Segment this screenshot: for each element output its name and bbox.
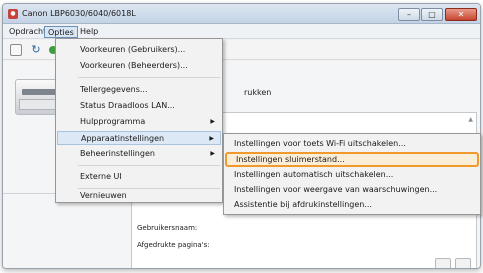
menu-opties[interactable]: Opties xyxy=(44,26,78,38)
user-name-label: Gebruikersnaam: xyxy=(137,224,198,232)
panel-button-1[interactable] xyxy=(435,258,451,268)
menu-item-device-settings[interactable]: Apparaatinstellingen ▶ xyxy=(57,131,221,145)
menu-item-wireless-lan-status[interactable]: Status Draadloos LAN... xyxy=(57,99,221,113)
status-heading: rukken xyxy=(244,88,272,97)
panel-button-2[interactable] xyxy=(455,258,471,268)
refresh-icon[interactable]: ↻ xyxy=(30,44,42,56)
device-settings-submenu: Instellingen voor toets Wi-Fi uitschakel… xyxy=(223,133,481,215)
maximize-button[interactable]: □ xyxy=(421,8,443,21)
menu-item-counter-data[interactable]: Tellergegevens... xyxy=(57,83,221,97)
menu-item-utility-label: Hulpprogramma xyxy=(80,117,146,126)
menu-help[interactable]: Help xyxy=(77,26,101,38)
submenu-item-warning-display[interactable]: Instellingen voor weergave van waarschuw… xyxy=(225,183,479,197)
page-icon[interactable] xyxy=(10,44,22,56)
submenu-item-wifi-key-disable[interactable]: Instellingen voor toets Wi-Fi uitschakel… xyxy=(225,137,479,151)
submenu-arrow-icon: ▶ xyxy=(210,118,215,125)
submenu-item-sleep-settings[interactable]: Instellingen sluimerstand... xyxy=(225,152,479,167)
menu-bar: Opdracht Opties Help xyxy=(3,25,480,39)
title-bar: ● Canon LBP6030/6040/6018L – □ ✕ xyxy=(3,4,480,24)
menu-item-preferences-users[interactable]: Voorkeuren (Gebruikers)... xyxy=(57,43,221,57)
menu-separator xyxy=(78,77,220,78)
menu-item-management-settings-label: Beheerinstellingen xyxy=(80,149,155,158)
submenu-item-print-assistance[interactable]: Assistentie bij afdrukinstellingen... xyxy=(225,198,479,212)
close-button[interactable]: ✕ xyxy=(445,8,477,21)
menu-item-utility[interactable]: Hulpprogramma ▶ xyxy=(57,115,221,129)
menu-opdracht[interactable]: Opdracht xyxy=(6,26,49,38)
submenu-item-auto-shutdown[interactable]: Instellingen automatisch uitschakelen... xyxy=(225,168,479,182)
minimize-button[interactable]: – xyxy=(398,8,420,21)
submenu-arrow-icon: ▶ xyxy=(210,150,215,157)
window-title: Canon LBP6030/6040/6018L xyxy=(22,9,136,18)
menu-item-management-settings[interactable]: Beheerinstellingen ▶ xyxy=(57,147,221,161)
menu-item-refresh[interactable]: Vernieuwen xyxy=(57,189,221,203)
options-dropdown-menu: Voorkeuren (Gebruikers)... Voorkeuren (B… xyxy=(55,38,223,203)
submenu-arrow-icon: ▶ xyxy=(209,135,214,142)
printed-pages-label: Afgedrukte pagina's: xyxy=(137,241,210,249)
menu-item-device-settings-label: Apparaatinstellingen xyxy=(81,134,165,143)
canon-app-icon: ● xyxy=(8,9,18,19)
menu-item-remote-ui[interactable]: Externe UI xyxy=(57,170,221,184)
scroll-up-icon[interactable]: ▲ xyxy=(468,116,473,123)
menu-separator xyxy=(78,165,220,166)
printer-output-slot xyxy=(22,89,58,95)
menu-item-preferences-admins[interactable]: Voorkeuren (Beheerders)... xyxy=(57,59,221,73)
